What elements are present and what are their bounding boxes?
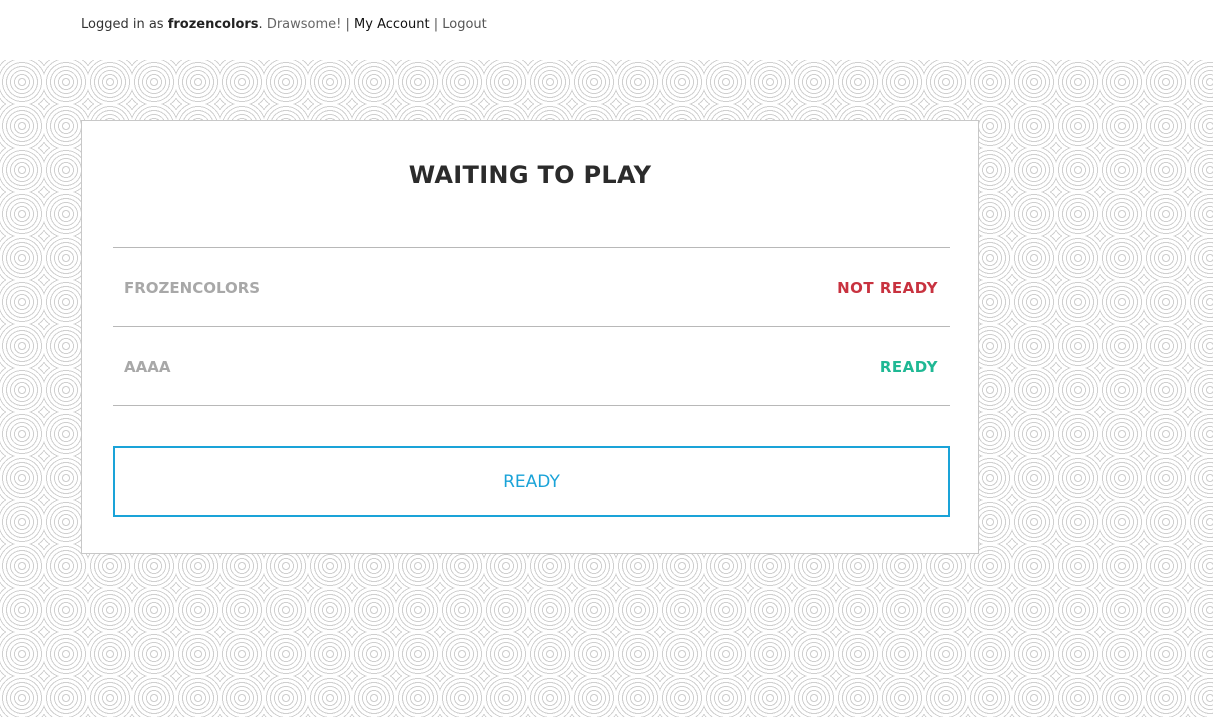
player-status: NOT READY [837, 279, 938, 297]
ready-button[interactable]: READY [113, 446, 950, 517]
logout-link[interactable]: Logout [442, 17, 487, 32]
player-name: FROZENCOLORS [124, 279, 261, 297]
player-name: AAAA [124, 358, 171, 376]
username-period: . [258, 17, 263, 32]
player-list: FROZENCOLORS NOT READY AAAA READY [113, 247, 950, 406]
username: frozencolors [167, 17, 259, 32]
lobby-card: WAITING TO PLAY FROZENCOLORS NOT READY A… [81, 120, 979, 554]
player-status: READY [879, 358, 938, 376]
account-bar: Logged in as frozencolors. Drawsome! | M… [81, 17, 487, 32]
player-row: FROZENCOLORS NOT READY [113, 247, 950, 326]
app-name: Drawsome! [266, 17, 342, 32]
logged-in-prefix: Logged in as [81, 17, 164, 32]
page-title: WAITING TO PLAY [408, 161, 652, 189]
player-row: AAAA READY [113, 326, 950, 406]
top-bar: Logged in as frozencolors. Drawsome! | M… [0, 0, 1213, 60]
separator: | [345, 17, 350, 32]
separator: | [433, 17, 439, 32]
my-account-link[interactable]: My Account [354, 17, 430, 32]
